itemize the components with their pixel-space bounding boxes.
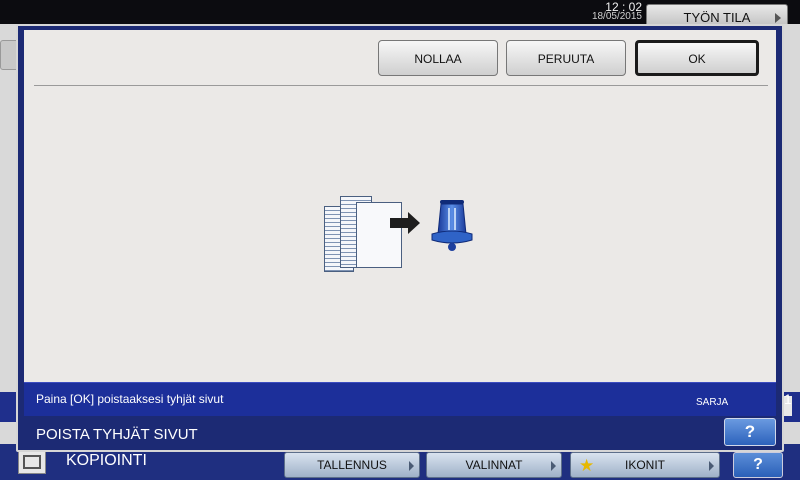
star-icon: ★: [579, 456, 595, 475]
job-status-label: TYÖN TILA: [683, 10, 751, 25]
icons-button[interactable]: ★ IKONIT: [570, 452, 720, 478]
bell-icon: [431, 200, 473, 251]
chevron-right-icon: [551, 461, 556, 471]
sarja-label: SARJA: [696, 397, 729, 408]
blank-page-illustration: [322, 192, 482, 278]
instruction-message: Paina [OK] poistaaksesi tyhjät sivut: [36, 392, 224, 406]
set-count: 1: [784, 391, 792, 407]
app-label: KOPIOINTI: [66, 452, 147, 469]
save-button[interactable]: TALLENNUS: [284, 452, 420, 478]
ok-button[interactable]: OK: [635, 40, 759, 76]
cancel-button[interactable]: PERUUTA: [506, 40, 626, 76]
icons-button-label: IKONIT: [624, 458, 665, 472]
chevron-right-icon: [709, 461, 714, 471]
clock-date: 18/05/2015: [591, 11, 642, 22]
save-button-label: TALLENNUS: [317, 458, 387, 472]
chevron-right-icon: [775, 13, 781, 23]
bottom-help-button[interactable]: ?: [733, 452, 783, 478]
divider: [34, 85, 768, 86]
message-bar: Paina [OK] poistaaksesi tyhjät sivut SAR…: [24, 382, 792, 416]
arrow-right-icon: [390, 212, 420, 234]
dialog-title-bar: POISTA TYHJÄT SIVUT ?: [24, 418, 776, 448]
copy-app-icon: [18, 450, 46, 474]
dialog-title: POISTA TYHJÄT SIVUT: [36, 426, 198, 443]
clock: 12 : 02 18/05/2015: [578, 1, 642, 22]
options-button-label: VALINNAT: [465, 458, 523, 472]
reset-button[interactable]: NOLLAA: [378, 40, 498, 76]
chevron-right-icon: [409, 461, 414, 471]
options-button[interactable]: VALINNAT: [426, 452, 562, 478]
help-button[interactable]: ?: [724, 418, 776, 446]
